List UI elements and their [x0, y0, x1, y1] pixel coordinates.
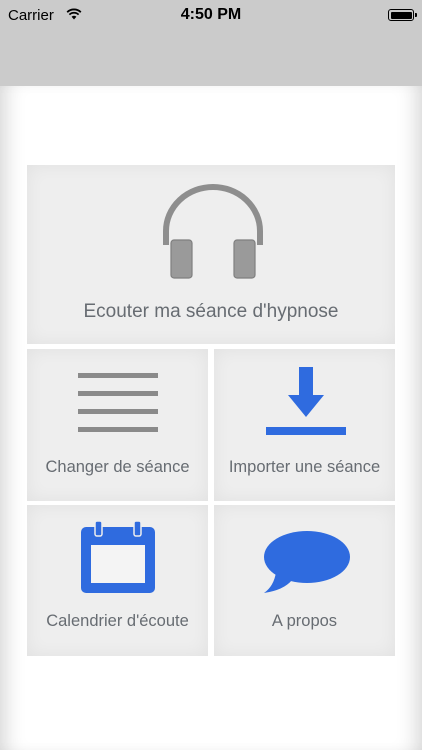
change-session-button[interactable]: Changer de séance: [27, 349, 208, 501]
listen-session-button[interactable]: Ecouter ma séance d'hypnose: [27, 165, 395, 344]
navigation-bar: Carrier 4:50 PM: [0, 0, 422, 86]
listening-calendar-button[interactable]: Calendrier d'écoute: [27, 505, 208, 656]
clock: 4:50 PM: [180, 6, 242, 23]
change-session-label: Changer de séance: [45, 458, 190, 476]
import-session-button[interactable]: Importer une séance: [214, 349, 395, 501]
speech-bubble-icon: [264, 531, 350, 593]
about-label: A propos: [271, 612, 338, 630]
status-bar: Carrier 4:50 PM: [0, 0, 422, 32]
about-button[interactable]: A propos: [214, 505, 395, 656]
listen-session-label: Ecouter ma séance d'hypnose: [83, 301, 339, 322]
listening-calendar-label: Calendrier d'écoute: [46, 612, 189, 630]
headphones-icon: [163, 184, 263, 279]
import-session-label: Importer une séance: [228, 458, 381, 476]
download-icon: [266, 367, 346, 435]
battery-icon: [388, 9, 417, 21]
calendar-icon: [81, 521, 155, 593]
list-icon: [78, 373, 158, 432]
